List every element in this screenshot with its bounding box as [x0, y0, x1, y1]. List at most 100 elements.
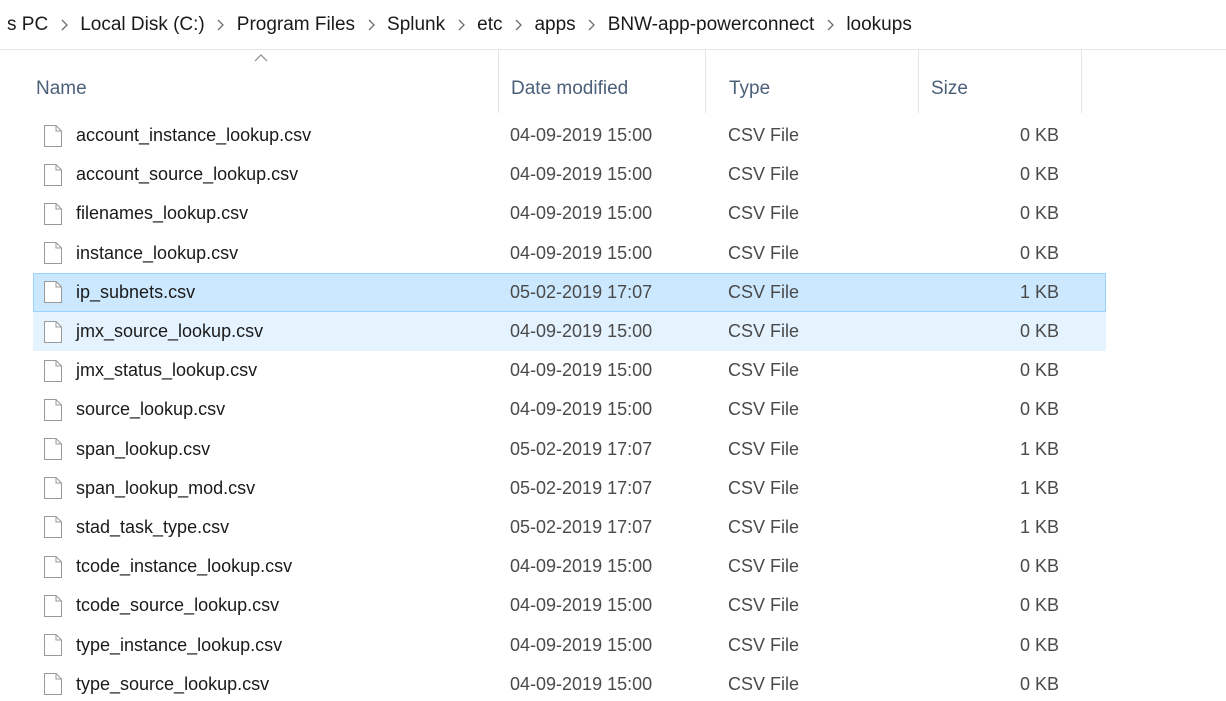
column-header-size[interactable]: Size [918, 50, 1082, 113]
column-header-bar: Name Date modified Type Size [0, 50, 1226, 113]
breadcrumb: s PC Local Disk (C:) Program Files Splunk et… [4, 12, 915, 38]
file-type: CSV File [728, 203, 800, 224]
file-row[interactable]: filenames_lookup.csv 04-09-2019 15:00 CSV … [33, 194, 1106, 233]
file-row[interactable]: stad_task_type.csv 05-02-2019 17:07 CSV Fi… [33, 508, 1106, 547]
file-size: 1 KB [1019, 281, 1059, 302]
file-size: 0 KB [1019, 634, 1059, 655]
chevron-right-icon[interactable] [358, 15, 384, 35]
column-header-date-modified[interactable]: Date modified [498, 50, 705, 113]
blank-file-icon [43, 195, 65, 232]
file-row[interactable]: span_lookup_mod.csv 05-02-2019 17:07 CSV F… [33, 469, 1106, 508]
breadcrumb-item[interactable]: s PC [4, 12, 51, 38]
file-size: 0 KB [1019, 360, 1059, 381]
file-row[interactable]: type_source_lookup.csv 04-09-2019 15:00 CS… [33, 665, 1106, 701]
blank-file-icon [43, 548, 65, 585]
file-type: CSV File [728, 125, 800, 146]
breadcrumb-item[interactable]: etc [474, 12, 505, 38]
file-row[interactable]: tcode_source_lookup.csv 04-09-2019 15:00 C… [33, 586, 1106, 625]
file-name: stad_task_type.csv [76, 516, 230, 537]
breadcrumb-item[interactable]: BNW-app-powerconnect [605, 12, 818, 38]
file-name: type_instance_lookup.csv [76, 634, 283, 655]
breadcrumb-item[interactable]: apps [531, 12, 578, 38]
file-row[interactable]: source_lookup.csv 04-09-2019 15:00 CSV Fil… [33, 390, 1106, 429]
file-row[interactable]: instance_lookup.csv 04-09-2019 15:00 CSV F… [33, 234, 1106, 273]
file-name: ip_subnets.csv [76, 281, 196, 302]
breadcrumb-item[interactable]: Local Disk (C:) [77, 12, 208, 38]
file-row[interactable]: jmx_status_lookup.csv 04-09-2019 15:00 CSV… [33, 351, 1106, 390]
file-type: CSV File [728, 673, 800, 694]
blank-file-icon [43, 352, 65, 389]
chevron-right-icon[interactable] [817, 15, 843, 35]
blank-file-icon [43, 626, 65, 663]
file-name: jmx_source_lookup.csv [76, 321, 264, 342]
blank-file-icon [43, 666, 65, 701]
file-size: 0 KB [1019, 125, 1059, 146]
file-size: 1 KB [1019, 516, 1059, 537]
file-name: type_source_lookup.csv [76, 673, 270, 694]
file-date-modified: 05-02-2019 17:07 [510, 477, 653, 498]
address-bar[interactable]: s PC Local Disk (C:) Program Files Splunk et… [0, 0, 1226, 50]
file-date-modified: 04-09-2019 15:00 [510, 360, 653, 381]
file-name: account_source_lookup.csv [76, 164, 299, 185]
breadcrumb-item[interactable]: Program Files [234, 12, 358, 38]
file-date-modified: 04-09-2019 15:00 [510, 321, 653, 342]
file-row[interactable]: account_instance_lookup.csv 04-09-2019 15… [33, 116, 1106, 155]
file-size: 0 KB [1019, 164, 1059, 185]
file-row[interactable]: tcode_instance_lookup.csv 04-09-2019 15:0… [33, 547, 1106, 586]
file-size: 0 KB [1019, 321, 1059, 342]
file-size: 0 KB [1019, 673, 1059, 694]
breadcrumb-item[interactable]: lookups [843, 12, 915, 38]
file-type: CSV File [728, 516, 800, 537]
file-size: 0 KB [1019, 399, 1059, 420]
blank-file-icon [43, 470, 65, 507]
blank-file-icon [43, 391, 65, 428]
file-name: filenames_lookup.csv [76, 203, 249, 224]
column-header-type-label: Type [729, 77, 771, 99]
file-row[interactable]: span_lookup.csv 05-02-2019 17:07 CSV File 1… [33, 430, 1106, 469]
column-header-date-label: Date modified [511, 77, 629, 99]
file-name: instance_lookup.csv [76, 242, 239, 263]
file-name: tcode_instance_lookup.csv [76, 556, 293, 577]
file-size: 0 KB [1019, 203, 1059, 224]
chevron-right-icon[interactable] [505, 15, 531, 35]
file-date-modified: 04-09-2019 15:00 [510, 399, 653, 420]
chevron-right-icon[interactable] [448, 15, 474, 35]
blank-file-icon [43, 156, 65, 193]
breadcrumb-item[interactable]: Splunk [384, 12, 448, 38]
file-row[interactable]: account_source_lookup.csv 04-09-2019 15:0… [33, 155, 1106, 194]
file-name: jmx_status_lookup.csv [76, 360, 258, 381]
file-row[interactable]: jmx_source_lookup.csv 04-09-2019 15:00 CSV… [33, 311, 1106, 352]
chevron-right-icon[interactable] [579, 15, 605, 35]
file-date-modified: 04-09-2019 15:00 [510, 164, 653, 185]
file-list: account_instance_lookup.csv 04-09-2019 15… [0, 116, 1226, 701]
column-header-size-label: Size [931, 77, 968, 99]
blank-file-icon [43, 235, 65, 272]
file-date-modified: 04-09-2019 15:00 [510, 125, 653, 146]
column-header-name[interactable]: Name [36, 50, 498, 113]
file-type: CSV File [728, 556, 800, 577]
file-row[interactable]: ip_subnets.csv 05-02-2019 17:07 CSV File 1 … [33, 272, 1106, 312]
file-name: tcode_source_lookup.csv [76, 595, 280, 616]
chevron-right-icon[interactable] [51, 15, 77, 35]
file-row[interactable]: type_instance_lookup.csv 04-09-2019 15:00… [33, 625, 1106, 664]
column-header-type[interactable]: Type [705, 50, 918, 113]
blank-file-icon [43, 509, 65, 546]
sort-up-chevron-icon [254, 54, 268, 62]
chevron-right-icon[interactable] [208, 15, 234, 35]
file-type: CSV File [728, 242, 800, 263]
file-date-modified: 05-02-2019 17:07 [510, 516, 653, 537]
file-date-modified: 05-02-2019 17:07 [510, 438, 653, 459]
file-date-modified: 04-09-2019 15:00 [510, 242, 653, 263]
file-date-modified: 04-09-2019 15:00 [510, 595, 653, 616]
file-type: CSV File [728, 634, 800, 655]
file-date-modified: 04-09-2019 15:00 [510, 203, 653, 224]
file-size: 0 KB [1019, 556, 1059, 577]
blank-file-icon [43, 274, 65, 311]
file-type: CSV File [728, 281, 800, 302]
blank-file-icon [43, 313, 65, 350]
file-date-modified: 04-09-2019 15:00 [510, 556, 653, 577]
file-type: CSV File [728, 595, 800, 616]
file-size: 0 KB [1019, 595, 1059, 616]
file-size: 1 KB [1019, 477, 1059, 498]
file-type: CSV File [728, 164, 800, 185]
